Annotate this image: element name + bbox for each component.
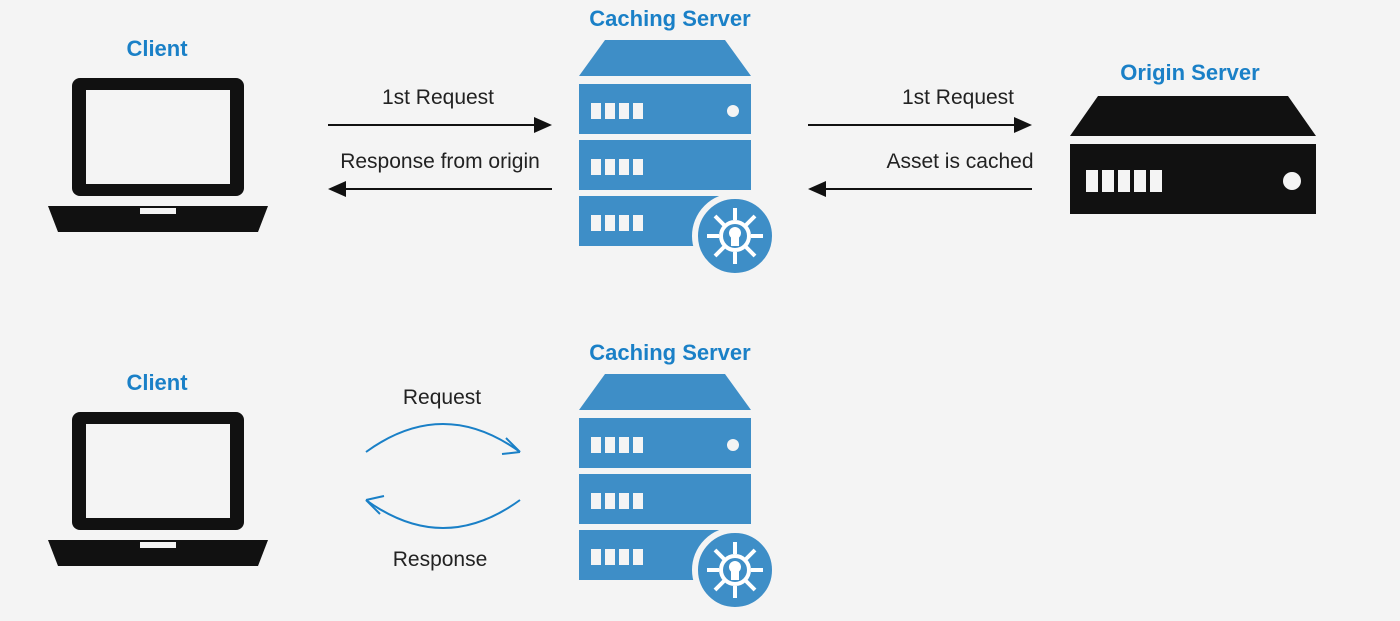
- label-resp1-right: Asset is cached: [870, 150, 1050, 174]
- title-caching-bottom: Caching Server: [580, 340, 760, 366]
- label-resp2: Response: [370, 548, 510, 572]
- title-caching-top: Caching Server: [580, 6, 760, 32]
- label-req1-right: 1st Request: [878, 86, 1038, 110]
- label-req1-left: 1st Request: [358, 86, 518, 110]
- label-resp1-left: Response from origin: [328, 150, 552, 174]
- client-laptop-top-icon: [44, 72, 272, 242]
- arrow-resp1-left-icon: [328, 180, 552, 198]
- client-laptop-bottom-icon: [44, 406, 272, 576]
- title-client-top: Client: [117, 36, 197, 62]
- caching-server-top-icon: [575, 40, 785, 280]
- cycle-arrows-icon: [348, 410, 538, 540]
- title-origin: Origin Server: [1110, 60, 1270, 86]
- arrow-resp1-right-icon: [808, 180, 1032, 198]
- label-req2: Request: [372, 386, 512, 410]
- arrow-req1-left-icon: [328, 116, 552, 134]
- title-client-bottom: Client: [117, 370, 197, 396]
- caching-server-bottom-icon: [575, 374, 785, 614]
- arrow-req1-right-icon: [808, 116, 1032, 134]
- origin-server-icon: [1068, 96, 1318, 226]
